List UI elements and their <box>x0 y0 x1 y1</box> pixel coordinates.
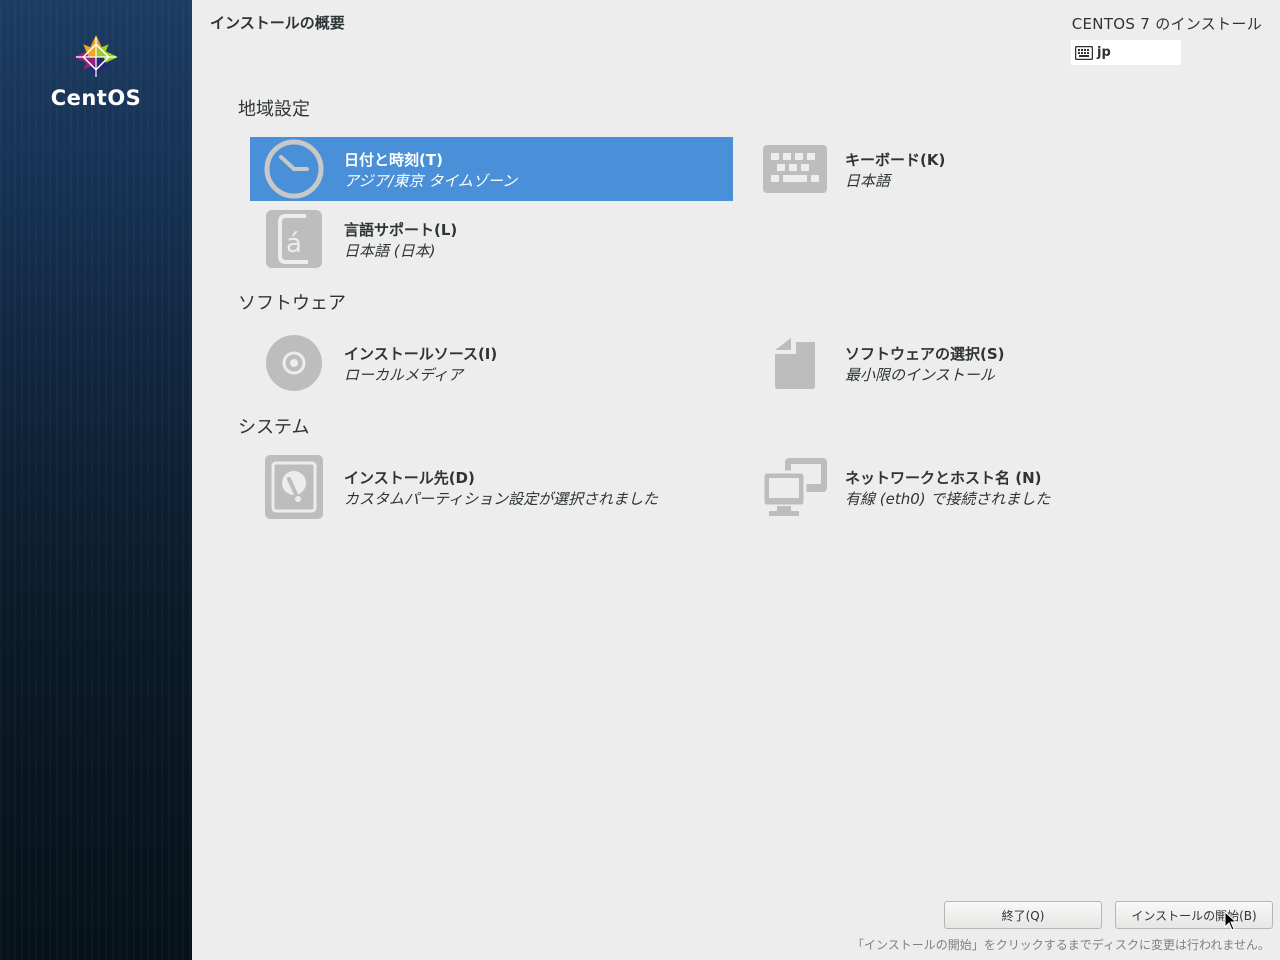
spoke-status: 有線 (eth0) で接続されました <box>845 490 1051 508</box>
spoke-keyboard[interactable]: キーボード(K) 日本語 <box>751 137 1234 201</box>
keyboard-icon <box>1075 45 1093 60</box>
section-heading-system: システム <box>238 417 310 438</box>
begin-installation-button[interactable]: インストールの開始(B) <box>1115 901 1273 929</box>
product-title: CENTOS 7 のインストール <box>1071 15 1262 33</box>
spoke-language-support[interactable]: á 言語サポート(L) 日本語 (日本) <box>250 207 733 271</box>
svg-text:á: á <box>286 229 302 259</box>
spoke-title: 日付と時刻(T) <box>344 151 443 169</box>
harddisk-icon <box>262 455 326 519</box>
keyboard-layout-indicator[interactable]: jp <box>1071 40 1181 65</box>
quit-button[interactable]: 終了(Q) <box>944 901 1102 929</box>
centos-emblem-icon <box>74 35 118 79</box>
spoke-status: 日本語 <box>845 172 891 190</box>
disc-icon <box>262 331 326 395</box>
section-heading-localization: 地域設定 <box>238 99 310 120</box>
spoke-title: インストールソース(I) <box>344 345 498 363</box>
spoke-title: ソフトウェアの選択(S) <box>845 345 1005 363</box>
spoke-status: 日本語 (日本) <box>344 242 436 260</box>
spoke-status: 最小限のインストール <box>845 366 995 384</box>
keyboard-icon <box>763 137 827 201</box>
spoke-date-time[interactable]: 日付と時刻(T) アジア/東京 タイムゾーン <box>250 137 733 201</box>
language-icon: á <box>262 207 326 271</box>
footer-note: 「インストールの開始」をクリックするまでディスクに変更は行われません。 <box>852 938 1270 952</box>
spoke-title: キーボード(K) <box>845 151 946 169</box>
spoke-title: 言語サポート(L) <box>344 221 458 239</box>
keyboard-layout-label: jp <box>1097 45 1111 60</box>
section-heading-software: ソフトウェア <box>238 293 346 314</box>
main-hub: インストールの概要 CENTOS 7 のインストール jp 地域設定 日付と時刻… <box>192 0 1280 960</box>
spoke-status: カスタムパーティション設定が選択されました <box>344 490 659 508</box>
package-icon <box>763 331 827 395</box>
clock-icon <box>262 137 326 201</box>
spoke-install-destination[interactable]: インストール先(D) カスタムパーティション設定が選択されました <box>250 455 733 519</box>
logo-text: CentOS <box>50 86 142 110</box>
sidebar-texture <box>0 0 192 960</box>
spoke-network-hostname[interactable]: ネットワークとホスト名 (N) 有線 (eth0) で接続されました <box>751 455 1234 519</box>
spoke-title: インストール先(D) <box>344 469 475 487</box>
page-title: インストールの概要 <box>210 14 345 32</box>
spoke-status: ローカルメディア <box>344 366 463 384</box>
network-icon <box>763 455 827 519</box>
spoke-install-source[interactable]: インストールソース(I) ローカルメディア <box>250 331 733 395</box>
spoke-title: ネットワークとホスト名 (N) <box>845 469 1042 487</box>
spoke-software-selection[interactable]: ソフトウェアの選択(S) 最小限のインストール <box>751 331 1234 395</box>
centos-logo: CentOS <box>0 34 192 110</box>
spoke-status: アジア/東京 タイムゾーン <box>344 172 518 190</box>
sidebar: CentOS <box>0 0 192 960</box>
